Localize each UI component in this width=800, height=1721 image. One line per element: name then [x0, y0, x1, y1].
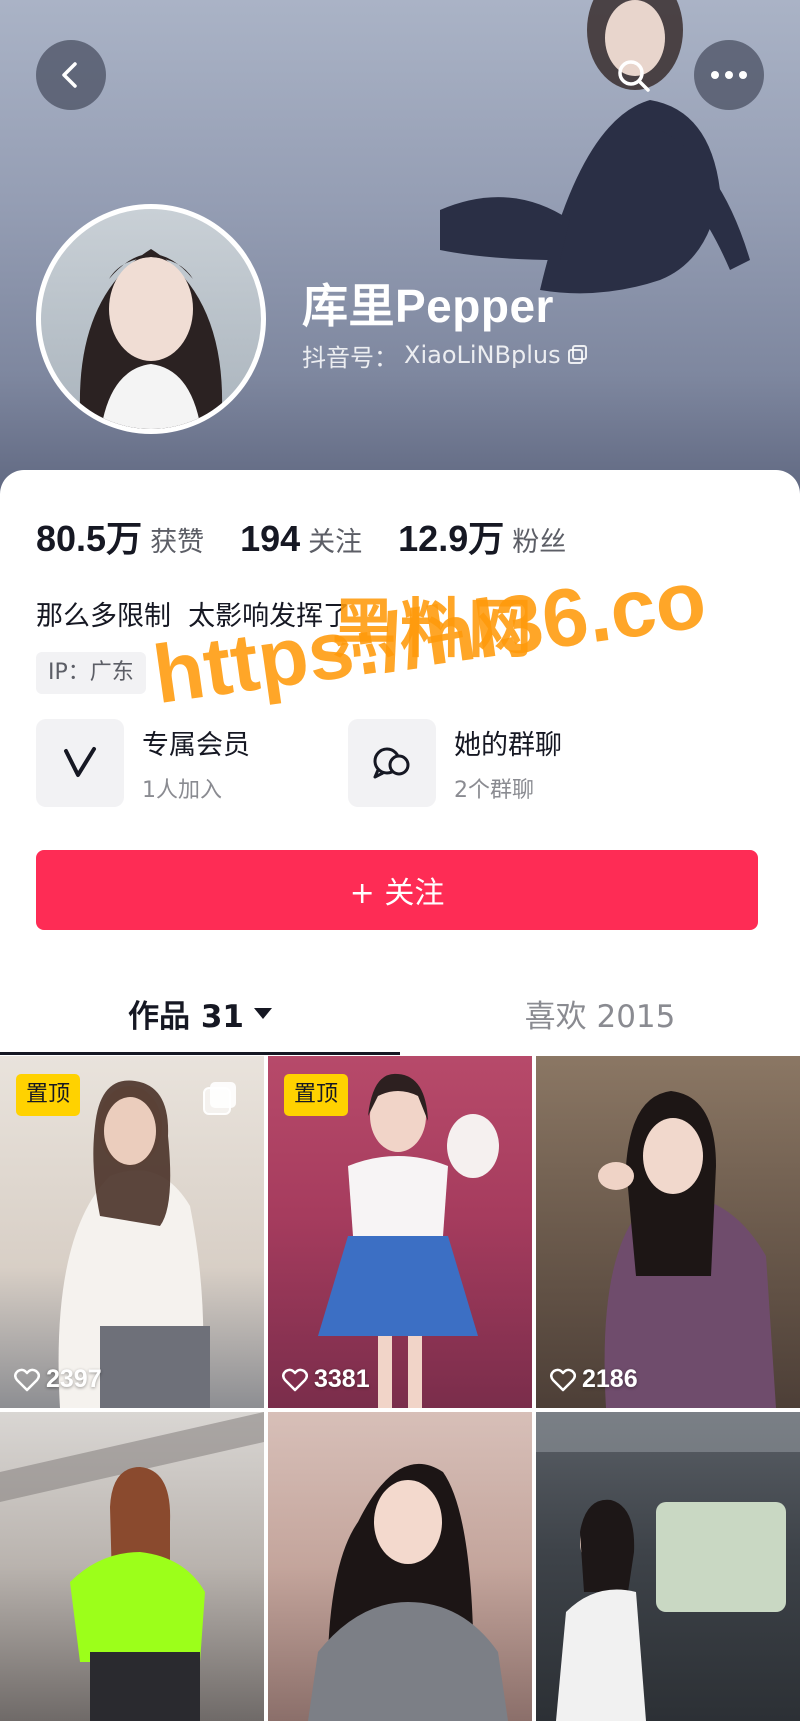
video-thumbnail: [536, 1412, 800, 1721]
stat-likes[interactable]: 80.5万 获赞: [36, 510, 204, 562]
chevron-left-icon: [62, 62, 77, 88]
douyin-id-value: XiaoLiNBplus: [404, 341, 561, 369]
like-count: 2186: [550, 1365, 638, 1394]
multi-image-icon: [203, 1082, 236, 1115]
profile-page: 库里Pepper 抖音号： XiaoLiNBplus 80.5万 获赞 194 …: [0, 0, 800, 1721]
copy-icon[interactable]: [567, 344, 589, 366]
group-chat-subtitle: 2个群聊: [454, 777, 534, 803]
stat-label: 粉丝: [512, 527, 567, 558]
more-button[interactable]: [694, 40, 764, 110]
douyin-id-label: 抖音号：: [302, 343, 398, 372]
video-tile[interactable]: [268, 1412, 532, 1721]
profile-stats: 80.5万 获赞 194 关注 12.9万 粉丝: [36, 510, 602, 560]
more-dots-icon: [711, 71, 747, 79]
chat-bubbles-icon: [373, 747, 410, 779]
video-tile[interactable]: 置顶 3381: [268, 1056, 532, 1408]
avatar[interactable]: [36, 204, 266, 434]
search-icon: [618, 60, 650, 92]
like-count-value: 2186: [582, 1365, 638, 1393]
like-count: 3381: [282, 1365, 370, 1394]
video-thumbnail: [308, 1463, 508, 1721]
back-button[interactable]: [36, 40, 106, 110]
video-tile[interactable]: 置顶 2397: [0, 1056, 264, 1408]
membership-subtitle: 1人加入: [142, 777, 222, 803]
video-grid: 置顶 2397 置顶 3381 2186: [0, 1056, 800, 1721]
stat-label: 关注: [308, 527, 363, 558]
caret-down-icon: [253, 1007, 272, 1019]
like-count: 2397: [14, 1365, 102, 1394]
stat-value: 194: [240, 518, 301, 559]
video-thumbnail: [598, 1091, 776, 1408]
content-tabs: 作品 31 喜欢 2015: [0, 970, 800, 1056]
stat-value: 80.5万: [36, 518, 143, 559]
group-chat-title: 她的群聊: [454, 729, 562, 761]
profile-username: 库里Pepper: [302, 280, 554, 332]
douyin-id[interactable]: 抖音号： XiaoLiNBplus: [302, 338, 589, 372]
tab-works[interactable]: 作品 31: [0, 970, 400, 1056]
video-tile[interactable]: 2186: [536, 1056, 800, 1408]
video-tile[interactable]: [0, 1412, 264, 1721]
like-count-value: 2397: [46, 1365, 102, 1393]
tab-works-label: 作品 31: [128, 998, 244, 1035]
follow-button[interactable]: + 关注: [36, 850, 758, 930]
group-chat-entry[interactable]: 她的群聊 2个群聊: [348, 718, 562, 808]
avatar-photo: [79, 249, 223, 429]
profile-cover: 库里Pepper 抖音号： XiaoLiNBplus: [0, 0, 800, 500]
like-count-value: 3381: [314, 1365, 370, 1393]
heart-icon: [282, 1368, 308, 1391]
pinned-badge: 置顶: [16, 1074, 81, 1116]
tab-likes[interactable]: 喜欢 2015: [400, 970, 800, 1056]
stat-label: 获赞: [150, 527, 205, 558]
stat-followers[interactable]: 12.9万 粉丝: [398, 510, 566, 562]
video-thumbnail: [0, 1412, 264, 1721]
heart-icon: [550, 1368, 576, 1391]
group-icon-box: [348, 719, 436, 807]
ip-location-tag: IP：广东: [36, 652, 146, 694]
search-button[interactable]: [606, 48, 662, 104]
vip-icon-box: [36, 719, 124, 807]
v-logo-icon: [64, 747, 96, 777]
tab-likes-label: 喜欢 2015: [524, 998, 676, 1035]
stat-value: 12.9万: [398, 518, 505, 559]
active-tab-indicator: [0, 1052, 400, 1055]
stat-following[interactable]: 194 关注: [240, 518, 362, 560]
exclusive-membership-entry[interactable]: 专属会员 1人加入: [36, 718, 250, 808]
heart-icon: [14, 1368, 40, 1391]
video-tile[interactable]: [536, 1412, 800, 1721]
pinned-badge: 置顶: [284, 1074, 349, 1116]
membership-title: 专属会员: [142, 729, 250, 761]
